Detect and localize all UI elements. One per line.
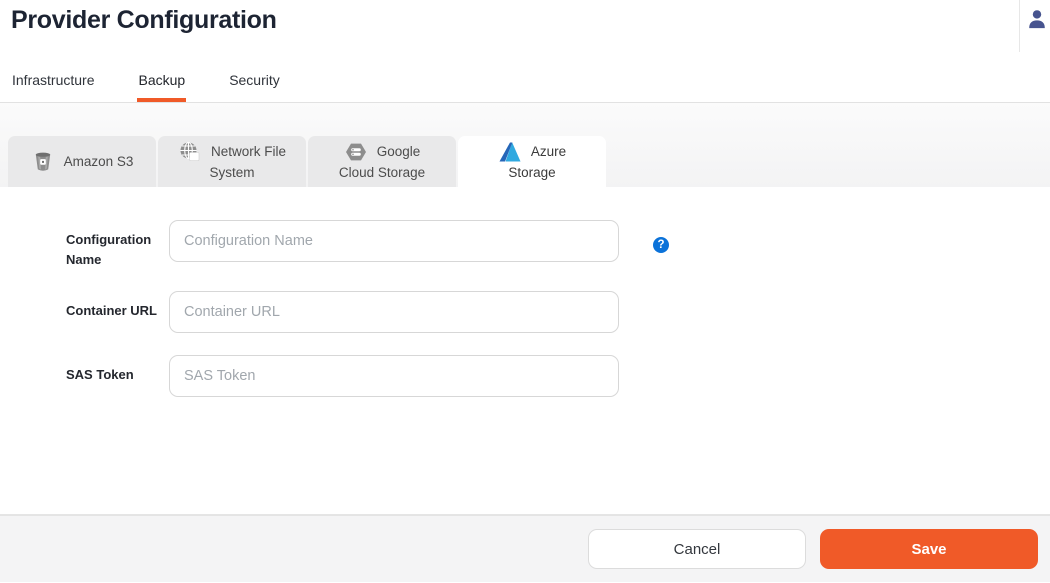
form-row-sas-token: SAS Token <box>66 355 1050 397</box>
provider-tab-network-file-system[interactable]: Network File System <box>158 136 306 187</box>
nav-tab-backup[interactable]: Backup <box>137 60 186 102</box>
container-url-label: Container URL <box>66 291 158 333</box>
action-footer: Cancel Save <box>0 515 1050 582</box>
save-button[interactable]: Save <box>820 529 1038 569</box>
amazon-s3-icon <box>31 150 55 174</box>
provider-tab-amazon-s3[interactable]: Amazon S3 <box>8 136 156 187</box>
user-icon[interactable] <box>1026 8 1048 30</box>
network-file-system-icon <box>178 140 202 164</box>
header-divider <box>1019 0 1020 52</box>
configuration-name-label: Configuration Name <box>66 220 158 269</box>
main-nav: Infrastructure Backup Security <box>11 60 281 102</box>
provider-tab-label: Azure <box>531 140 566 164</box>
azure-storage-form-panel: Configuration Name ? Container URL SAS T… <box>0 187 1050 515</box>
app-header: Provider Configuration Infrastructure Ba… <box>0 0 1050 103</box>
provider-tab-band: Amazon S3 Network File System <box>0 103 1050 187</box>
sas-token-label: SAS Token <box>66 355 158 397</box>
cancel-button[interactable]: Cancel <box>588 529 806 569</box>
nav-tab-infrastructure[interactable]: Infrastructure <box>11 60 95 102</box>
provider-tab-label-line2: Cloud Storage <box>339 164 425 182</box>
help-icon[interactable]: ? <box>653 237 669 253</box>
page-title: Provider Configuration <box>11 6 277 35</box>
provider-tab-label: Amazon S3 <box>64 150 134 174</box>
provider-tabs: Amazon S3 Network File System <box>8 136 606 187</box>
container-url-input[interactable] <box>169 291 619 333</box>
azure-storage-icon <box>498 140 522 164</box>
google-cloud-storage-icon <box>344 140 368 164</box>
form-row-container-url: Container URL <box>66 291 1050 333</box>
provider-tab-label: Google <box>377 140 421 164</box>
form-row-configuration-name: Configuration Name ? <box>66 220 1050 269</box>
nav-tab-security[interactable]: Security <box>228 60 281 102</box>
configuration-name-input[interactable] <box>169 220 619 262</box>
provider-tab-label-line2: Storage <box>508 164 555 182</box>
sas-token-input[interactable] <box>169 355 619 397</box>
provider-tab-azure-storage[interactable]: Azure Storage <box>458 136 606 187</box>
provider-tab-google-cloud-storage[interactable]: Google Cloud Storage <box>308 136 456 187</box>
provider-tab-label-line2: System <box>209 164 254 182</box>
provider-tab-label: Network File <box>211 140 286 164</box>
